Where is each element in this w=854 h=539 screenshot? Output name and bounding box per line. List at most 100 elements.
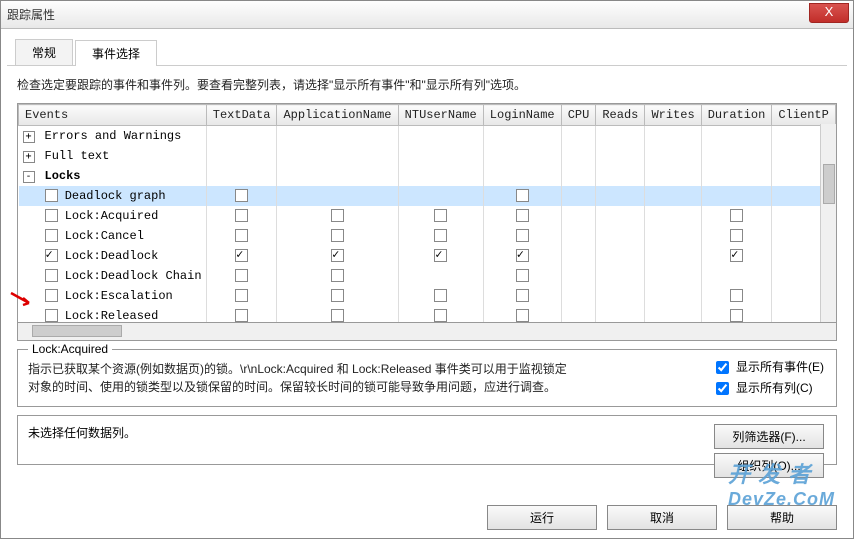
column-header-textdata[interactable]: TextData (206, 105, 277, 126)
cell-checkbox[interactable] (331, 269, 344, 282)
cell-checkbox[interactable] (434, 309, 447, 322)
cell-checkbox[interactable] (235, 309, 248, 322)
table-row[interactable]: Lock:Escalation (19, 286, 836, 306)
cell-checkbox[interactable] (730, 209, 743, 222)
cancel-button[interactable]: 取消 (607, 505, 717, 530)
table-row[interactable]: + Errors and Warnings (19, 126, 836, 146)
tab-strip: 常规 事件选择 (7, 33, 847, 66)
description-text: 指示已获取某个资源(例如数据页)的锁。\r\nLock:Acquired 和 L… (18, 350, 836, 406)
column-header-duration[interactable]: Duration (701, 105, 772, 126)
cell-checkbox[interactable] (235, 229, 248, 242)
event-checkbox[interactable] (45, 249, 58, 262)
description-panel: Lock:Acquired 指示已获取某个资源(例如数据页)的锁。\r\nLoc… (17, 349, 837, 407)
cell-checkbox[interactable] (730, 229, 743, 242)
cell-checkbox[interactable] (434, 229, 447, 242)
column-filter-button[interactable]: 列筛选器(F)... (714, 424, 824, 449)
expand-toggle[interactable]: - (23, 171, 35, 183)
cell-checkbox[interactable] (235, 209, 248, 222)
table-row[interactable]: Deadlock graph (19, 186, 836, 206)
cell-checkbox[interactable] (516, 189, 529, 202)
event-checkbox[interactable] (45, 209, 58, 222)
window-title: 跟踪属性 (7, 6, 55, 23)
scrollbar-thumb[interactable] (32, 325, 122, 337)
run-button[interactable]: 运行 (487, 505, 597, 530)
event-label: Lock:Released (58, 309, 159, 323)
column-header-writes[interactable]: Writes (645, 105, 701, 126)
column-header-reads[interactable]: Reads (596, 105, 645, 126)
cell-checkbox[interactable] (730, 289, 743, 302)
events-table: EventsTextDataApplicationNameNTUserNameL… (18, 104, 836, 323)
dialog-footer: 运行 取消 帮助 (487, 505, 837, 530)
cell-checkbox[interactable] (516, 289, 529, 302)
cell-checkbox[interactable] (331, 249, 344, 262)
event-label: Lock:Deadlock Chain (58, 269, 202, 283)
table-row[interactable]: Lock:Acquired (19, 206, 836, 226)
organize-columns-button[interactable]: 组织列(O)... (714, 453, 824, 478)
table-row[interactable]: -Locks (19, 166, 836, 186)
description-legend: Lock:Acquired (28, 342, 112, 356)
cell-checkbox[interactable] (434, 289, 447, 302)
cell-checkbox[interactable] (516, 209, 529, 222)
column-header-applicationname[interactable]: ApplicationName (277, 105, 398, 126)
column-header-cpu[interactable]: CPU (561, 105, 596, 126)
help-button[interactable]: 帮助 (727, 505, 837, 530)
scrollbar-thumb[interactable] (823, 164, 835, 204)
event-checkbox[interactable] (45, 229, 58, 242)
cell-checkbox[interactable] (516, 229, 529, 242)
cell-checkbox[interactable] (730, 309, 743, 322)
event-label: Lock:Escalation (58, 289, 173, 303)
column-header-clientp[interactable]: ClientP (772, 105, 836, 126)
table-row[interactable]: + Full text (19, 146, 836, 166)
expand-toggle[interactable]: + (23, 131, 35, 143)
cell-checkbox[interactable] (434, 249, 447, 262)
table-row[interactable]: Lock:Deadlock (19, 246, 836, 266)
column-header-loginname[interactable]: LoginName (483, 105, 561, 126)
show-all-events-checkbox[interactable]: 显示所有事件(E) (716, 358, 824, 375)
event-checkbox[interactable] (45, 289, 58, 302)
tab-general[interactable]: 常规 (15, 39, 73, 65)
horizontal-scrollbar[interactable] (17, 323, 837, 341)
cell-checkbox[interactable] (730, 249, 743, 262)
event-checkbox[interactable] (45, 189, 58, 202)
cell-checkbox[interactable] (331, 209, 344, 222)
cell-checkbox[interactable] (434, 209, 447, 222)
event-label: Lock:Cancel (58, 229, 144, 243)
cell-checkbox[interactable] (516, 249, 529, 262)
no-data-text: 未选择任何数据列。 (28, 426, 136, 440)
dialog-window: 跟踪属性 X 常规 事件选择 检查选定要跟踪的事件和事件列。要查看完整列表，请选… (0, 0, 854, 539)
category-label: Full text (41, 149, 110, 163)
event-label: Lock:Deadlock (58, 249, 159, 263)
vertical-scrollbar[interactable] (820, 124, 836, 322)
event-checkbox[interactable] (45, 309, 58, 322)
no-data-panel: 未选择任何数据列。 列筛选器(F)... 组织列(O)... (17, 415, 837, 465)
category-label: Locks (41, 169, 81, 183)
table-row[interactable]: Lock:Cancel (19, 226, 836, 246)
category-label: Errors and Warnings (41, 129, 182, 143)
column-header-ntusername[interactable]: NTUserName (398, 105, 483, 126)
cell-checkbox[interactable] (235, 249, 248, 262)
table-row[interactable]: Lock:Released (19, 306, 836, 324)
cell-checkbox[interactable] (235, 289, 248, 302)
events-grid: EventsTextDataApplicationNameNTUserNameL… (17, 103, 837, 323)
event-label: Deadlock graph (58, 189, 166, 203)
cell-checkbox[interactable] (331, 229, 344, 242)
event-label: Lock:Acquired (58, 209, 159, 223)
column-header-events[interactable]: Events (19, 105, 207, 126)
table-row[interactable]: Lock:Deadlock Chain (19, 266, 836, 286)
close-button[interactable]: X (809, 3, 849, 23)
instruction-text: 检查选定要跟踪的事件和事件列。要查看完整列表，请选择"显示所有事件"和"显示所有… (17, 76, 837, 93)
event-checkbox[interactable] (45, 269, 58, 282)
cell-checkbox[interactable] (331, 289, 344, 302)
titlebar: 跟踪属性 X (1, 1, 853, 29)
cell-checkbox[interactable] (235, 269, 248, 282)
cell-checkbox[interactable] (516, 269, 529, 282)
content-area: 检查选定要跟踪的事件和事件列。要查看完整列表，请选择"显示所有事件"和"显示所有… (1, 66, 853, 475)
cell-checkbox[interactable] (235, 189, 248, 202)
cell-checkbox[interactable] (331, 309, 344, 322)
cell-checkbox[interactable] (516, 309, 529, 322)
tab-event-selection[interactable]: 事件选择 (75, 40, 157, 66)
right-buttons: 列筛选器(F)... 组织列(O)... (714, 424, 824, 478)
expand-toggle[interactable]: + (23, 151, 35, 163)
show-all-columns-checkbox[interactable]: 显示所有列(C) (716, 379, 824, 396)
right-options: 显示所有事件(E) 显示所有列(C) (716, 358, 824, 400)
